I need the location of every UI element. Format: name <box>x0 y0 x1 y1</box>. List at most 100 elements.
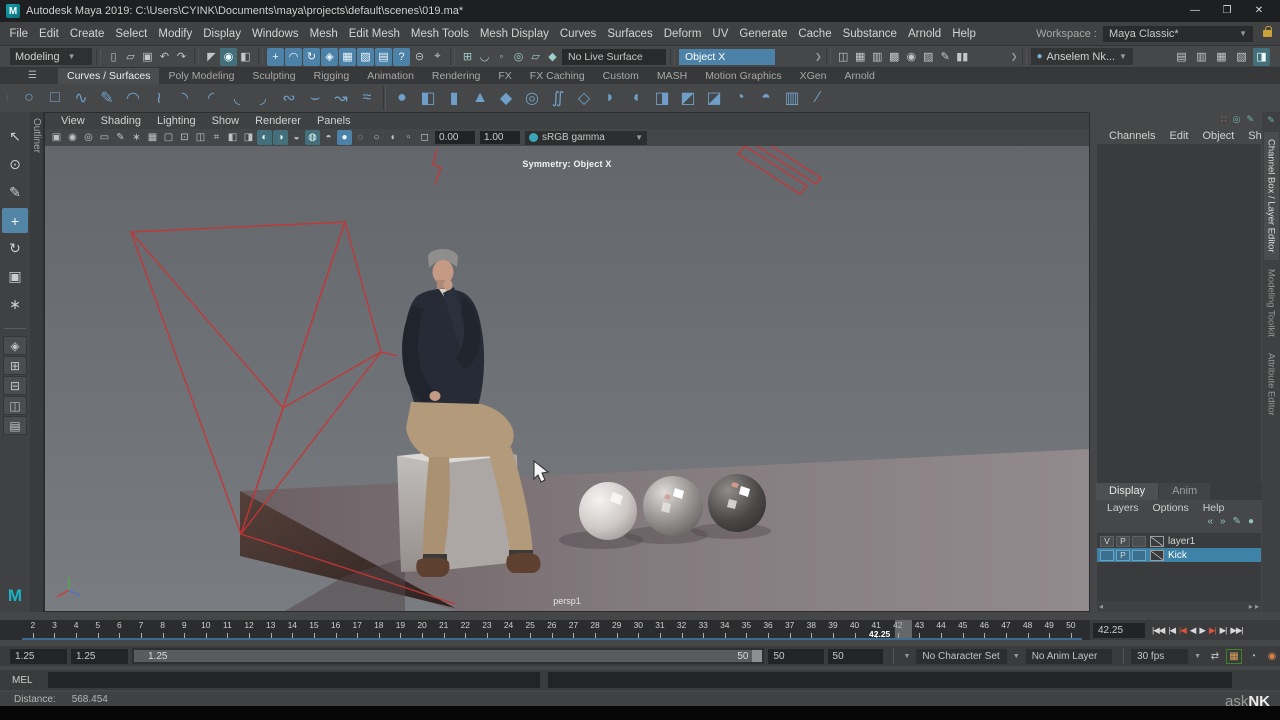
image-plane-icon[interactable]: ▭ <box>97 130 112 145</box>
snap-to-curve-icon[interactable]: ◡ <box>476 48 493 66</box>
viewport-menu-item[interactable]: Renderer <box>247 115 309 127</box>
timeline-frame-cell[interactable]: 40 <box>844 620 866 638</box>
menu-item[interactable]: Cache <box>793 28 837 40</box>
ep-curve-tool-icon[interactable]: ◠ <box>120 85 146 111</box>
live-surface-field[interactable]: No Live Surface <box>562 49 666 65</box>
sculpt-surface-icon[interactable]: ⁄ <box>805 85 831 111</box>
shelf-tab[interactable]: FX <box>489 68 520 84</box>
chevron-down-icon[interactable]: ▼ <box>901 653 912 660</box>
range-end-handle[interactable] <box>752 650 762 662</box>
timeline-frame-cell[interactable]: 17 <box>346 620 368 638</box>
booleans-icon[interactable]: ◓ <box>753 85 779 111</box>
time-slider[interactable]: 2 3 4 5 6 7 8 9 10 11 12 13 <box>0 620 1090 640</box>
layer-color-swatch[interactable] <box>1150 536 1164 547</box>
sphere-white[interactable] <box>579 482 637 540</box>
pencil-curve-tool-icon[interactable]: ✎ <box>94 85 120 111</box>
layout-two-pane-button[interactable]: ◫ <box>3 396 27 415</box>
layer-name[interactable]: layer1 <box>1168 536 1195 547</box>
revolve-icon[interactable]: ◇ <box>571 85 597 111</box>
paint-effects-icon[interactable]: ✎ <box>937 48 954 66</box>
nurbs-sphere-icon[interactable]: ● <box>389 85 415 111</box>
timeline-frame-cell[interactable]: 16 <box>325 620 347 638</box>
two-point-arc-icon[interactable]: ◜ <box>198 85 224 111</box>
timeline-frame-cell[interactable]: 15 <box>303 620 325 638</box>
field-chart-icon[interactable]: ⌗ <box>209 130 224 145</box>
highlight-selection-icon[interactable]: ⌖ <box>429 48 446 66</box>
evaluation-mode-icon[interactable]: ◉ <box>1264 649 1280 664</box>
layer-row-kick[interactable]: P Kick <box>1097 548 1261 562</box>
layer-list-scrollbar[interactable]: ◂ ▸ ▸ <box>1097 601 1261 612</box>
menu-item[interactable]: Mesh Tools <box>405 28 474 40</box>
menu-item[interactable]: Deform <box>658 28 707 40</box>
shelf-tab[interactable]: Curves / Surfaces <box>58 68 159 84</box>
timeline-frame-cell[interactable]: 10 <box>195 620 217 638</box>
light-editor-icon[interactable]: ▨ <box>920 48 937 66</box>
timeline-frame-cell[interactable]: 24 <box>498 620 520 638</box>
toggle-tool-settings-icon[interactable]: ▧ <box>1233 48 1250 66</box>
play-forwards-button[interactable]: ▶ <box>1197 622 1207 638</box>
timeline-frame-cell[interactable]: 7 <box>130 620 152 638</box>
manipulator-display-icon[interactable]: ∷ <box>1221 114 1227 127</box>
render-settings-icon[interactable]: ▩ <box>886 48 903 66</box>
select-misc-mask-icon[interactable]: ? <box>393 48 410 66</box>
timeline-frame-cell[interactable]: 19 <box>390 620 412 638</box>
chevron-down-icon[interactable]: ▼ <box>1192 653 1203 660</box>
layer-playback-toggle[interactable]: P <box>1116 550 1130 561</box>
timeline-frame-cell[interactable]: 25 <box>519 620 541 638</box>
layer-visibility-toggle[interactable] <box>1100 550 1114 561</box>
attach-curves-icon[interactable]: ∾ <box>276 85 302 111</box>
layer-editor-menu-item[interactable]: Help <box>1196 502 1232 514</box>
new-scene-icon[interactable]: ▯ <box>105 48 122 66</box>
toggle-channel-box-icon[interactable]: ◨ <box>1253 48 1270 66</box>
close-button[interactable]: ✕ <box>1248 3 1270 19</box>
wireframe-shaded-icon[interactable]: ◐ <box>257 130 272 145</box>
open-scene-icon[interactable]: ▱ <box>122 48 139 66</box>
layer-editor-tab[interactable]: Display <box>1096 483 1158 500</box>
timeline-frame-cell[interactable]: 31 <box>649 620 671 638</box>
title-bar[interactable]: M Autodesk Maya 2019: C:\Users\CYINK\Doc… <box>0 0 1280 22</box>
undo-icon[interactable]: ↶ <box>156 48 173 66</box>
layer-editor-menu-item[interactable]: Options <box>1146 502 1196 514</box>
shelf-tab[interactable]: Poly Modeling <box>159 68 243 84</box>
layer-editor-tab[interactable]: Anim <box>1159 483 1210 500</box>
safe-action-icon[interactable]: ◧ <box>225 130 240 145</box>
workspace-selector[interactable]: Maya Classic*▼ <box>1103 26 1253 42</box>
sphere-grey[interactable] <box>643 476 703 536</box>
timeline-frame-cell[interactable]: 21 <box>433 620 455 638</box>
select-rendering-mask-icon[interactable]: ▤ <box>375 48 392 66</box>
menu-item[interactable]: Arnold <box>902 28 946 40</box>
select-all-mask-icon[interactable]: + <box>267 48 284 66</box>
shelf-tab[interactable]: XGen <box>791 68 836 84</box>
safe-title-icon[interactable]: ◨ <box>241 130 256 145</box>
nurbs-square-icon[interactable]: □ <box>42 85 68 111</box>
select-tool[interactable]: ↖ <box>2 124 28 149</box>
layout-saved-button[interactable]: ▤ <box>3 416 27 435</box>
layout-single-pane-button[interactable]: ◈ <box>3 336 27 355</box>
snap-to-point-icon[interactable]: ◦ <box>493 48 510 66</box>
menu-item[interactable]: Select <box>110 28 153 40</box>
boundary-icon[interactable]: ◪ <box>701 85 727 111</box>
chevron-icon[interactable]: ❯ <box>815 52 822 61</box>
xray-icon[interactable]: ▫ <box>401 130 416 145</box>
sidebar-vertical-tab[interactable]: Channel Box / Layer Editor <box>1264 132 1279 260</box>
detach-curves-icon[interactable]: ⌣ <box>302 85 328 111</box>
timeline-frame-cell[interactable]: 46 <box>974 620 996 638</box>
range-slider-track[interactable]: 1.25 50 <box>132 648 764 664</box>
isolate-select-icon[interactable]: ◖ <box>385 130 400 145</box>
menu-item[interactable]: Mesh <box>304 28 343 40</box>
command-language-toggle[interactable]: MEL <box>12 675 40 686</box>
bookmark-add-icon[interactable]: ◎ <box>81 130 96 145</box>
nurbs-torus-icon[interactable]: ◎ <box>519 85 545 111</box>
timeline-frame-cell[interactable]: 49 <box>1038 620 1060 638</box>
nurbs-cube-icon[interactable]: ◧ <box>415 85 441 111</box>
layer-playback-toggle[interactable]: P <box>1116 536 1130 547</box>
animation-preferences-icon[interactable]: ▦ <box>1226 649 1242 664</box>
symmetry-field[interactable]: Object X <box>679 49 775 65</box>
select-dynamics-mask-icon[interactable]: ▧ <box>357 48 374 66</box>
viewport-menu-item[interactable]: Shading <box>93 115 149 127</box>
shelf-tab[interactable]: Animation <box>358 68 423 84</box>
use-default-material-icon[interactable]: ◒ <box>289 130 304 145</box>
timeline-frame-cell[interactable]: 2 <box>22 620 44 638</box>
scene-3d-view[interactable] <box>45 146 1089 611</box>
channel-box-menu-item[interactable]: Edit <box>1162 130 1195 142</box>
